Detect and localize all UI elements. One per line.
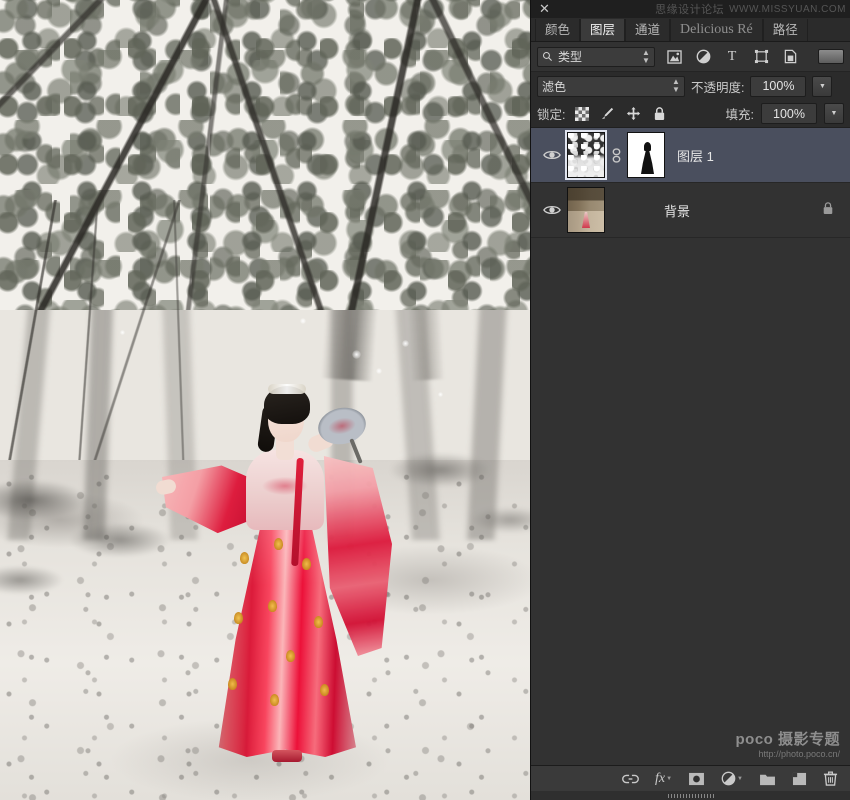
layer-visibility-toggle-2[interactable] [537,204,567,216]
fill-dropdown-button[interactable]: ▼ [824,103,844,124]
lock-position-icon[interactable] [624,104,643,123]
watermark-top: 思缘设计论坛 WWW.MISSYUAN.COM [655,0,846,18]
tab-layers[interactable]: 图层 [580,19,625,41]
lock-image-pixels-icon[interactable] [598,104,617,123]
skirt-motif [302,558,311,570]
add-layer-mask-button[interactable] [688,772,705,786]
lock-row: 锁定: [531,100,850,128]
skirt-motif [286,650,295,662]
layer-filter-type-select[interactable]: 类型 ▲▼ [537,47,655,67]
eye-icon [543,204,561,216]
blend-mode-row: 滤色 ▲▼ 不透明度: 100% ▼ [531,72,850,100]
tab-delicious-re[interactable]: Delicious Ré [670,19,763,41]
bokeh-dot [402,340,409,347]
skirt-motif [320,684,329,696]
filter-enable-toggle[interactable] [818,49,844,64]
skirt-motif [234,612,243,624]
watermark-top-cn: 思缘设计论坛 [655,1,724,17]
eye-icon [543,149,561,161]
skirt-motif [270,694,279,706]
bokeh-dot [438,392,443,397]
skirt-motif [240,552,249,564]
close-icon[interactable]: ✕ [537,1,552,16]
watermark-bottom-url: http://photo.poco.cn/ [736,749,841,759]
new-group-button[interactable] [759,772,776,786]
layer-filter-type-label: 类型 [558,48,582,65]
pixel-layer-filter-icon[interactable] [664,47,684,66]
shape-layer-filter-icon[interactable] [751,47,771,66]
watermark-bottom: poco 摄影专题 http://photo.poco.cn/ [736,728,841,759]
photoshop-layers-panel: ✕ 思缘设计论坛 WWW.MISSYUAN.COM 颜色 图层 通道 Delic… [530,0,850,800]
blend-mode-value: 滤色 [542,78,566,95]
layer-visibility-toggle-1[interactable] [537,149,567,161]
layer-style-fx-button[interactable]: fx ▼ [655,771,672,787]
lock-transparent-pixels-icon[interactable] [572,104,591,123]
new-layer-button[interactable] [792,772,807,786]
blend-mode-select[interactable]: 滤色 ▲▼ [537,76,685,97]
spinner-icon[interactable]: ▲▼ [642,49,650,65]
layer-thumbnail-1[interactable] [567,132,605,178]
skirt-motif [228,678,237,690]
app-root: ✕ 思缘设计论坛 WWW.MISSYUAN.COM 颜色 图层 通道 Delic… [0,0,850,800]
skirt-motif [274,538,283,550]
panel-resize-grip[interactable] [531,791,850,800]
layer-filter-row: 类型 ▲▼ T [531,42,850,72]
layers-panel-bottom-toolbar: fx ▼ ▼ [531,765,850,791]
bokeh-dot [352,350,361,359]
watermark-top-url: WWW.MISSYUAN.COM [729,4,846,15]
panel-titlebar: ✕ 思缘设计论坛 WWW.MISSYUAN.COM [531,0,850,18]
opacity-label: 不透明度: [691,77,744,96]
search-icon [542,51,553,62]
layer-row-1[interactable]: 图层 1 [531,128,850,183]
figure-shoes [272,750,302,762]
layer-name-2[interactable]: 背景 [664,201,690,220]
skirt-motif [268,600,277,612]
watermark-bottom-brand: poco 摄影专题 [736,728,841,749]
layer-mask-thumbnail-1[interactable] [627,132,665,178]
layer-row-2[interactable]: 背景 [531,183,850,238]
new-adjustment-layer-button[interactable]: ▼ [721,771,743,786]
photo-subject-figure [168,372,398,772]
layer-name-1[interactable]: 图层 1 [677,146,714,165]
figure-headpiece [268,384,306,394]
link-layers-button[interactable] [622,773,639,785]
bokeh-dot [300,318,306,324]
fill-input[interactable]: 100% [761,103,817,124]
skirt-motif [314,616,323,628]
photo-rocks-right [380,430,530,570]
figure-fan-handle [349,438,362,464]
tab-channels[interactable]: 通道 [625,19,670,41]
link-mask-icon[interactable] [608,148,624,163]
lock-all-icon[interactable] [650,104,669,123]
background-lock-icon [822,201,844,220]
photo-canvas[interactable] [0,0,530,800]
delete-layer-button[interactable] [823,771,838,786]
opacity-input[interactable]: 100% [750,76,806,97]
adjustment-layer-filter-icon[interactable] [693,47,713,66]
tab-paths[interactable]: 路径 [763,19,808,41]
grip-dots-icon [668,794,714,798]
layer-thumbnail-2[interactable] [567,187,605,233]
figure-left-sleeve [162,464,258,536]
lock-label: 锁定: [537,104,565,123]
tab-color[interactable]: 颜色 [535,19,580,41]
panel-tab-strip: 颜色 图层 通道 Delicious Ré 路径 [531,18,850,42]
layers-list[interactable]: 图层 1 背景 [531,128,850,765]
fill-label: 填充: [726,104,754,123]
smart-object-filter-icon[interactable] [780,47,800,66]
bokeh-dot [120,330,125,335]
type-layer-filter-icon[interactable]: T [722,47,742,66]
opacity-dropdown-button[interactable]: ▼ [812,76,832,97]
spinner-icon[interactable]: ▲▼ [672,78,680,94]
